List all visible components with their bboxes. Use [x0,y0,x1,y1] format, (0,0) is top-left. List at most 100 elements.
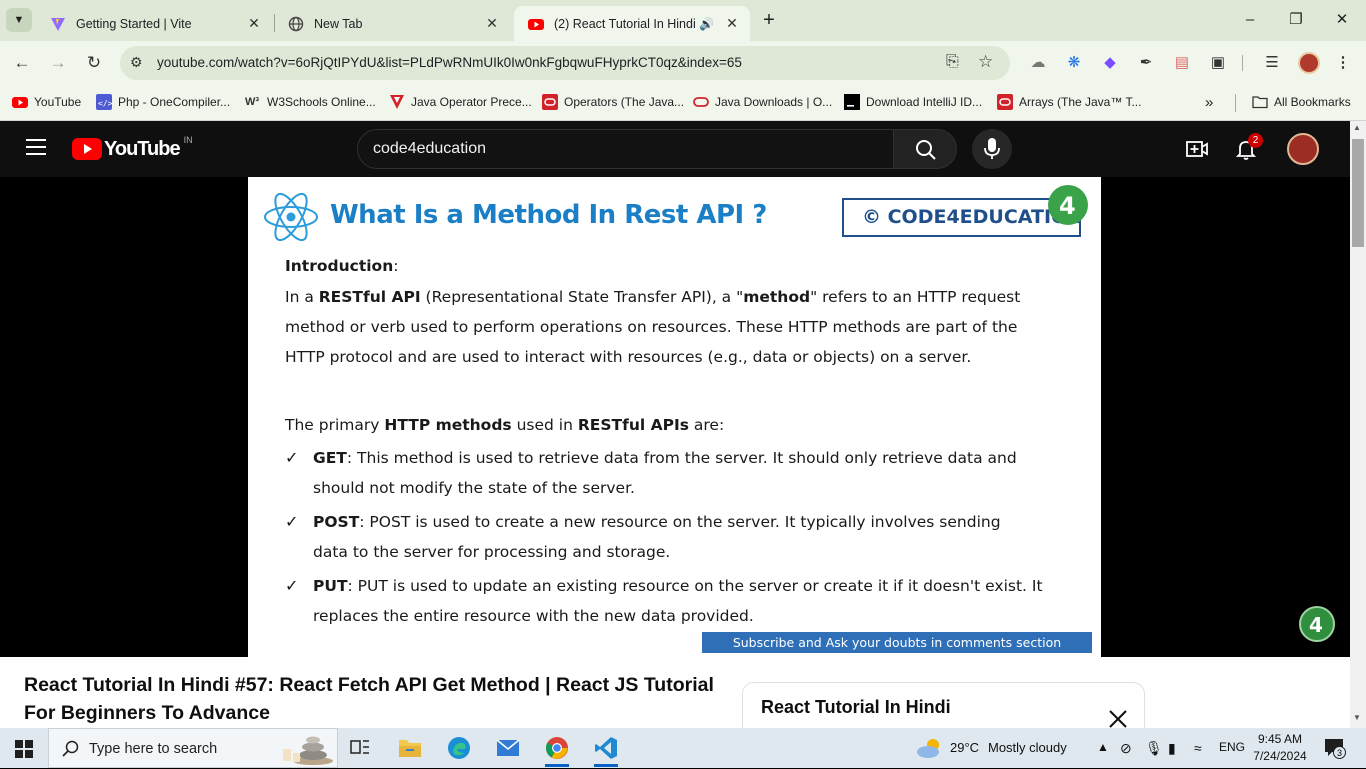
close-icon[interactable] [1109,710,1127,728]
extension-globe-icon[interactable]: ❋ [1064,53,1084,73]
svg-text:</>: </> [98,99,112,108]
bookmark-onecompiler[interactable]: </> Php - OneCompiler... [96,93,230,111]
close-icon[interactable]: ✕ [484,15,500,32]
video-info: React Tutorial In Hindi #57: React Fetch… [0,657,1350,742]
tab-search-button[interactable]: ▼ [6,8,32,32]
youtube-play-icon [72,138,102,160]
network-off-icon[interactable]: ⊘ [1120,740,1132,757]
mail-app[interactable] [488,732,528,764]
bookmark-java-operator[interactable]: Java Operator Prece... [389,93,532,111]
site-info-icon[interactable]: ⚙ [130,54,143,71]
intro-label: Introduction [285,257,394,275]
extensions-puzzle-icon[interactable]: ▣ [1208,53,1228,73]
onecompiler-icon: </> [96,94,112,110]
tab-vite[interactable]: Getting Started | Vite ✕ [36,6,272,41]
create-button[interactable] [1186,139,1208,164]
weather-description[interactable]: Mostly cloudy [988,740,1067,755]
search-button[interactable] [893,129,957,169]
close-icon[interactable]: ✕ [246,15,262,32]
restore-button[interactable]: ❐ [1276,8,1316,32]
bookmark-intellij[interactable]: Download IntelliJ ID... [844,93,982,111]
oracle-outline-icon [693,97,709,107]
chrome-app[interactable] [537,732,577,767]
task-view-button[interactable] [340,732,380,764]
bookmark-java-downloads[interactable]: Java Downloads | O... [693,93,832,111]
primary-methods-line: The primary HTTP methods used in RESTful… [285,415,724,435]
react-logo-icon [264,192,318,242]
weather-cloudy-icon[interactable] [916,737,944,759]
bookmark-w3schools[interactable]: W³ W3Schools Online... [245,93,376,111]
bookmark-arrays[interactable]: Arrays (The Java™ T... [997,93,1141,111]
search-input[interactable]: code4education [357,129,894,169]
scroll-up-icon[interactable]: ▲ [1353,123,1361,132]
scroll-down-icon[interactable]: ▼ [1353,713,1361,722]
all-bookmarks-button[interactable]: All Bookmarks [1252,93,1351,111]
install-app-icon[interactable]: ⎘ [946,53,959,71]
country-code: IN [183,135,193,145]
account-avatar[interactable] [1287,133,1319,165]
media-control-icon[interactable]: ☰ [1262,53,1282,73]
address-bar[interactable]: ⚙ youtube.com/watch?v=6oRjQtIPYdU&list=P… [120,46,1010,80]
voice-search-button[interactable] [972,129,1012,169]
check-icon: ✓ [285,448,299,467]
bookmark-youtube[interactable]: YouTube [12,93,81,111]
extension-cloud-icon[interactable]: ☁ [1028,53,1048,73]
edge-app[interactable] [439,732,479,764]
battery-icon[interactable]: ▮ [1168,740,1176,757]
tab-strip: ▼ Getting Started | Vite ✕ New Tab ✕ (2)… [0,0,1366,41]
close-icon[interactable]: ✕ [724,15,740,32]
extension-gradient-icon[interactable]: ◆ [1100,53,1120,73]
windows-taskbar: Type here to search 29°C Mostly cloudy ▲… [0,728,1366,768]
close-window-button[interactable]: ✕ [1322,8,1362,32]
mail-icon [496,739,520,756]
language-indicator[interactable]: ENG [1219,740,1245,754]
chevron-up-icon[interactable]: ▲ [1097,740,1109,754]
tab-youtube[interactable]: (2) React Tutorial In Hindi # 🔊 ✕ [514,6,750,41]
url-text[interactable]: youtube.com/watch?v=6oRjQtIPYdU&list=PLd… [157,55,742,70]
minimize-button[interactable]: – [1230,8,1270,32]
toolbar-divider [1242,55,1243,71]
back-button[interactable]: ← [10,51,34,75]
file-explorer-app[interactable] [390,732,430,764]
bookmark-label: YouTube [34,95,82,109]
notification-center-button[interactable]: 3 [1324,738,1346,759]
hamburger-menu-button[interactable] [26,139,46,155]
speaker-icon[interactable]: 🔊 [699,17,714,31]
reload-button[interactable]: ↻ [82,51,106,75]
double-chevron-right-icon: » [1205,93,1214,111]
new-tab-button[interactable]: + [758,8,780,32]
bookmark-operators[interactable]: Operators (The Java... [542,93,684,111]
taskbar-search-placeholder: Type here to search [89,741,218,757]
wifi-icon[interactable]: ≈ [1194,740,1202,756]
video-frame: What Is a Method In Rest API ? © CODE4ED… [248,177,1101,657]
clock[interactable]: 9:45 AM 7/24/2024 [1250,731,1310,765]
text: The primary [285,416,385,434]
put-line-1: PUT: PUT is used to update an existing r… [313,577,1043,595]
youtube-logo[interactable]: YouTube IN [72,135,193,163]
playlist-title[interactable]: React Tutorial In Hindi [761,697,951,718]
eyedropper-icon[interactable]: ✒ [1136,53,1156,73]
weather-temperature[interactable]: 29°C [950,740,979,755]
extension-card-icon[interactable]: ▤ [1172,53,1192,73]
forward-button[interactable]: → [46,51,70,75]
microphone-icon[interactable]: 🎙 [1145,740,1163,757]
text: " refers to an HTTP request [810,288,1021,306]
notifications-button[interactable]: 2 [1235,133,1263,161]
create-video-icon [1186,141,1208,157]
notification-badge: 2 [1248,133,1263,148]
page-scrollbar[interactable]: ▲ ▼ [1350,121,1366,728]
more-bookmarks-button[interactable]: » [1205,93,1213,111]
vscode-app[interactable] [586,732,626,767]
taskbar-search-input[interactable]: Type here to search [48,728,338,768]
minimize-icon: – [1245,11,1255,28]
tab-new-tab[interactable]: New Tab ✕ [274,6,510,41]
channel-watermark-icon[interactable]: 4 [1298,605,1336,643]
star-icon[interactable]: ☆ [978,52,993,72]
scrollbar-thumb[interactable] [1352,139,1364,247]
tab-title: (2) React Tutorial In Hindi # [554,16,700,31]
windows-start-icon[interactable] [15,740,33,758]
video-player[interactable]: What Is a Method In Rest API ? © CODE4ED… [0,177,1350,657]
more-menu-icon[interactable]: ⋮ [1333,53,1353,73]
profile-avatar[interactable] [1298,52,1320,74]
text: : PUT is used to update an existing reso… [347,577,1043,595]
